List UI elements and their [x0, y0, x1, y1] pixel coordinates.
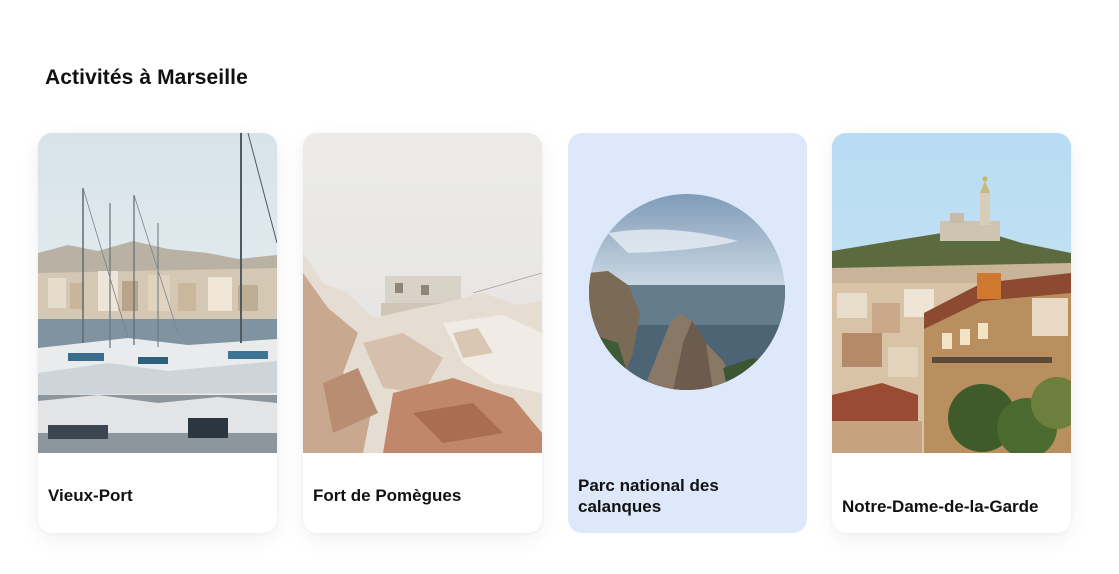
- activities-page: Activités à Marseille Vieux-Port Fort de…: [0, 0, 1119, 574]
- activity-cards: Vieux-Port Fort de Pomègues Parc nationa…: [38, 133, 1072, 533]
- card-label: Vieux-Port: [48, 486, 133, 505]
- activity-card-notre-dame-de-la-garde[interactable]: Notre-Dame-de-la-Garde: [832, 133, 1071, 533]
- basilica-hilltop-image: [832, 133, 1071, 453]
- harbor-sailboats-image: [38, 133, 277, 453]
- activity-card-vieux-port[interactable]: Vieux-Port: [38, 133, 277, 533]
- card-label: Parc national des calanques: [578, 476, 719, 516]
- activity-card-fort-de-pomegues[interactable]: Fort de Pomègues: [303, 133, 542, 533]
- fort-on-rocks-image: [303, 133, 542, 453]
- section-title: Activités à Marseille: [45, 66, 248, 89]
- activity-card-calanques[interactable]: Parc national des calanques: [568, 133, 807, 533]
- card-label: Fort de Pomègues: [313, 486, 462, 505]
- card-label: Notre-Dame-de-la-Garde: [842, 497, 1039, 516]
- calanques-cliffs-image: [588, 193, 786, 391]
